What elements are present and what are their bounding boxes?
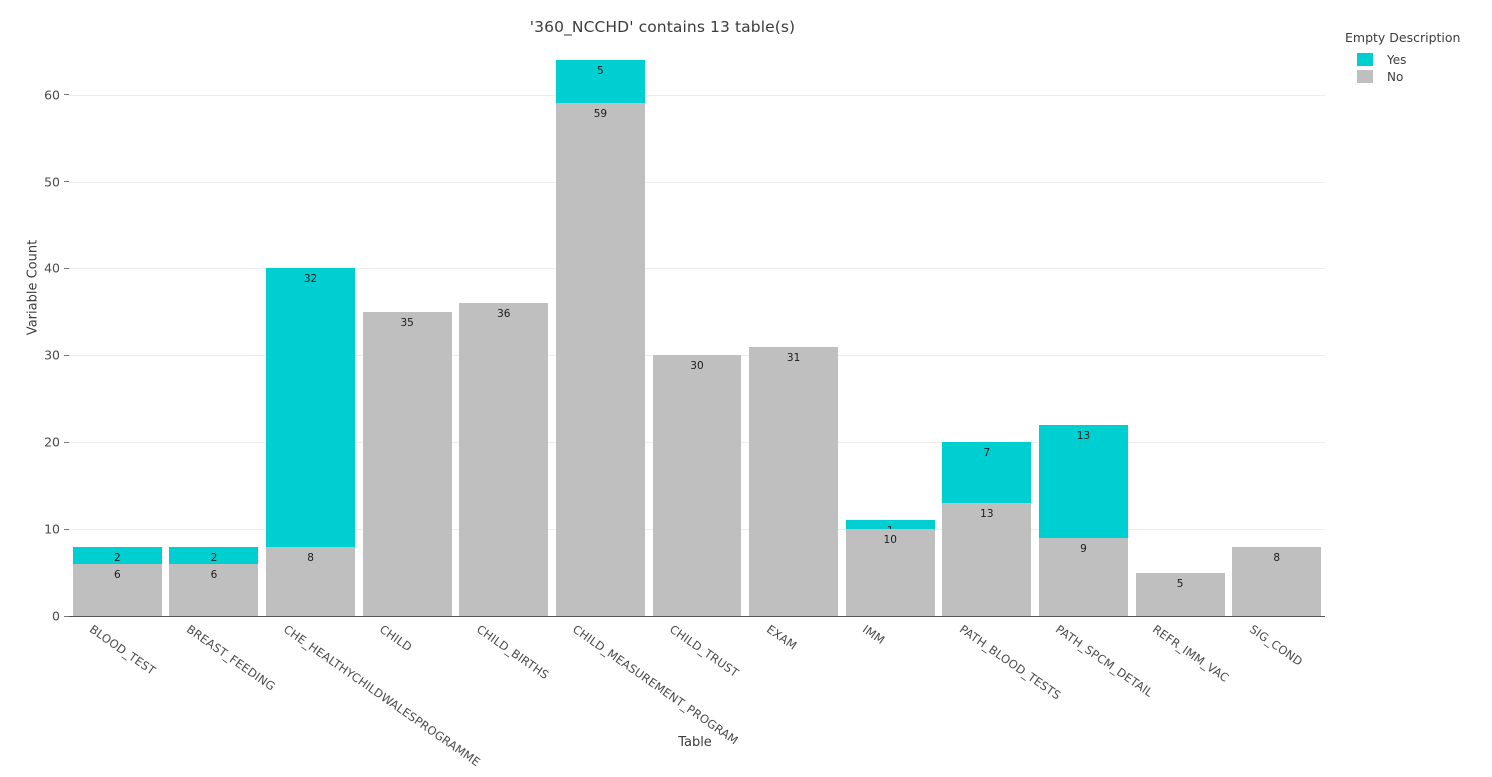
bar-segment-no[interactable]: 6: [72, 563, 162, 616]
chart-title: '360_NCCHD' contains 13 table(s): [529, 18, 796, 36]
bar-segment-no[interactable]: 10: [845, 529, 935, 616]
legend-title: Empty Description: [1345, 30, 1461, 45]
bar-segment-yes[interactable]: 7: [942, 442, 1032, 504]
bar-value-label: 5: [597, 64, 604, 77]
x-axis-title: Table: [678, 735, 712, 750]
legend-swatch-icon: [1357, 70, 1373, 83]
bar-value-label: 13: [980, 508, 994, 521]
plot-area: 62628323536595303110113791358: [69, 53, 1325, 616]
bar-value-label: 2: [113, 551, 121, 564]
bar-value-label: 35: [400, 316, 414, 329]
bar-group[interactable]: 31: [749, 53, 839, 616]
y-tick-label: 60: [44, 87, 60, 103]
x-tick-label: CHILD_BIRTHS: [473, 622, 552, 683]
bar-group[interactable]: 59 5: [555, 53, 645, 616]
bar-group[interactable]: 13 7: [942, 53, 1032, 616]
y-tick-label: 0: [52, 608, 60, 624]
legend-swatch-icon: [1357, 53, 1373, 66]
bar-value-label: 1: [846, 525, 935, 529]
bar-value-label: 36: [497, 308, 511, 321]
bar-value-label: 6: [113, 568, 121, 581]
x-tick-label: BREAST_FEEDING: [183, 622, 278, 694]
bar-segment-yes[interactable]: 1: [845, 520, 935, 530]
bar-group[interactable]: 35: [362, 53, 452, 616]
legend-entry[interactable]: Yes: [1357, 51, 1485, 68]
legend-label: Yes: [1387, 52, 1407, 67]
bar-segment-no[interactable]: 30: [652, 355, 742, 616]
bar-segment-yes[interactable]: 2: [169, 546, 259, 564]
bar-value-label: 6: [210, 568, 218, 581]
x-axis-line: [69, 616, 1325, 618]
x-tick-label: CHILD_TRUST: [666, 622, 742, 680]
bar-group[interactable]: 36: [459, 53, 549, 616]
bar-group[interactable]: 62: [169, 53, 259, 616]
bar-group[interactable]: 8: [1232, 53, 1322, 616]
y-tick-label: 20: [44, 434, 60, 450]
bar-group[interactable]: 8 32: [266, 53, 355, 616]
bar-value-label: 31: [786, 351, 801, 364]
bar-segment-yes[interactable]: 5: [555, 59, 645, 104]
y-tick-label: 50: [44, 174, 60, 190]
legend: Empty Description Yes No: [1345, 30, 1485, 85]
bar-group[interactable]: 30: [652, 53, 742, 616]
bar-segment-no[interactable]: 31: [749, 346, 839, 616]
y-tick-label: 30: [44, 347, 60, 363]
y-tick-label: 40: [44, 260, 60, 276]
bar-segment-no[interactable]: 13: [942, 503, 1032, 616]
bar-value-label: 5: [1176, 577, 1184, 590]
bar-segment-no[interactable]: 6: [169, 563, 259, 616]
x-tick-label: EXAM: [763, 622, 800, 653]
bar-value-label: 30: [690, 360, 704, 373]
bar-segment-yes[interactable]: 32: [266, 268, 355, 547]
bar-group[interactable]: 9 13: [1039, 53, 1128, 616]
bar-group[interactable]: 62: [72, 53, 162, 616]
x-tick-label: REFR_IMM_VAC: [1150, 622, 1232, 685]
bar-value-label: 7: [983, 447, 991, 460]
x-tick-label: CHILD: [377, 622, 415, 655]
bar-segment-no[interactable]: 59: [555, 103, 645, 616]
legend-label: No: [1387, 69, 1404, 84]
bar-segment-yes[interactable]: 2: [72, 546, 162, 564]
bar-segment-no[interactable]: 35: [362, 311, 452, 616]
y-tick-label: 10: [44, 521, 60, 537]
x-tick-label: BLOOD_TEST: [87, 622, 159, 678]
bar-value-label: 8: [1273, 551, 1281, 564]
bar-value-label: 8: [307, 551, 314, 564]
x-tick-label: PATH_BLOOD_TESTS: [956, 622, 1064, 703]
bar-segment-no[interactable]: 36: [459, 303, 549, 616]
x-tick-label: CHILD_MEASUREMENT_PROGRAM: [570, 622, 742, 748]
bar-value-label: 32: [303, 273, 318, 286]
bar-value-label: 9: [1080, 542, 1087, 555]
bar-segment-yes[interactable]: 13: [1039, 424, 1128, 538]
bar-group[interactable]: 5: [1135, 53, 1225, 616]
bar-segment-no[interactable]: 8: [1232, 546, 1322, 616]
y-axis-ticks: 0 10 20 30 40 50 60: [0, 0, 69, 777]
bar-value-label: 2: [210, 551, 218, 564]
bar-segment-no[interactable]: 5: [1135, 572, 1225, 616]
x-tick-label: SIG_COND: [1246, 622, 1306, 669]
bar-value-label: 10: [883, 534, 897, 547]
bar-chart-figure: '360_NCCHD' contains 13 table(s) Variabl…: [0, 0, 1492, 777]
bar-segment-no[interactable]: 8: [266, 546, 355, 616]
bar-value-label: 59: [593, 108, 608, 121]
legend-entry[interactable]: No: [1357, 68, 1485, 85]
bar-value-label: 13: [1076, 429, 1091, 442]
bar-group[interactable]: 10 1: [845, 53, 935, 616]
x-tick-label: IMM: [860, 622, 888, 648]
legend-entries: Yes No: [1345, 51, 1485, 85]
bar-segment-no[interactable]: 9: [1039, 537, 1128, 616]
x-tick-label: PATH_SPCM_DETAIL: [1053, 622, 1157, 700]
